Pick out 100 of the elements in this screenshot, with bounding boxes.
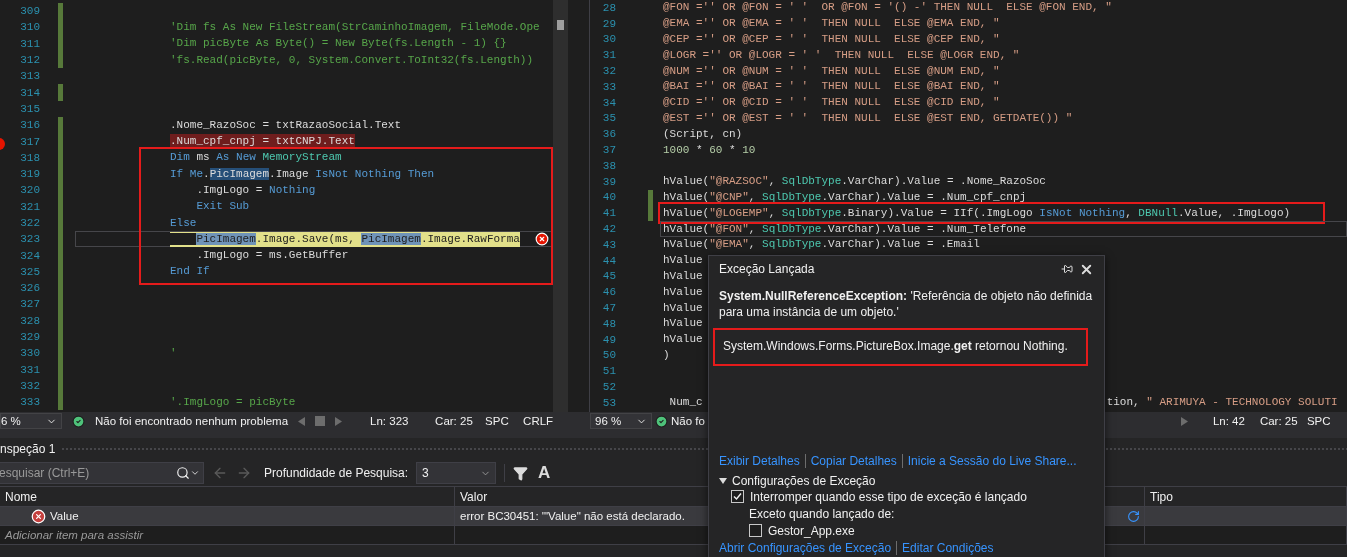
status-message: Não fo — [671, 415, 705, 427]
code-line: hValue — [663, 332, 703, 348]
option-note: Exceto quando lançado de: — [749, 506, 895, 521]
code-line: hValue("@CNP", SqlDbType.VarChar).Value = .Num_cpf_cnpj — [663, 189, 1027, 205]
line-number: 331 — [20, 363, 40, 376]
line-number: 310 — [20, 21, 40, 34]
expand-triangle-icon — [719, 478, 727, 484]
code-line: hValue — [663, 268, 703, 284]
line-number: 315 — [20, 102, 40, 115]
depth-dropdown[interactable]: 3 — [416, 462, 497, 484]
pin-icon[interactable] — [1061, 263, 1073, 275]
search-icon[interactable] — [176, 466, 190, 480]
check-icon — [72, 414, 85, 428]
change-bar — [58, 84, 63, 101]
line-number: 329 — [20, 331, 40, 344]
checkbox[interactable] — [731, 490, 744, 503]
zoom-dropdown[interactable]: 96 % — [590, 413, 652, 429]
line-position: Ln: 323 — [370, 415, 410, 427]
table-cell[interactable]: Adicionar item para assistir — [0, 526, 455, 545]
line-number: 314 — [20, 86, 40, 99]
line-number: 38 — [602, 159, 616, 172]
next-icon[interactable] — [1180, 416, 1188, 426]
search-field[interactable]: esquisar (Ctrl+E) — [0, 462, 204, 484]
code-line: Num_c tion, " ARIMUYA - TECHNOLOGY SOLUTI — [663, 395, 1338, 411]
scrollbar[interactable] — [553, 0, 568, 412]
line-number: 28 — [602, 1, 616, 14]
code-line: hValue — [663, 316, 703, 332]
column-header[interactable]: Tipo — [1145, 486, 1347, 507]
square-icon[interactable] — [315, 416, 326, 426]
line-number: 323 — [20, 233, 40, 246]
line-number: 46 — [602, 286, 616, 299]
exception-detail: System.Windows.Forms.PictureBox.Image.get retornou Nothing. — [723, 339, 1068, 353]
line-number: 44 — [602, 254, 616, 267]
line-number: 312 — [20, 54, 40, 67]
error-icon — [31, 508, 46, 524]
popup-link[interactable]: Editar Condições — [902, 541, 994, 555]
line-number: 319 — [20, 168, 40, 181]
popup-link[interactable]: Exibir Detalhes — [719, 454, 800, 468]
caret-icon[interactable] — [190, 468, 200, 478]
line-number: 321 — [20, 200, 40, 213]
code-line: hValue — [663, 284, 703, 300]
code-line: @EST ='' OR @EST = ' ' THEN NULL ELSE @EST END, GETDATE()) " — [663, 110, 1073, 126]
code-line: '.ImgLogo = picByte — [170, 394, 296, 410]
code-line: hValue("@FON", SqlDbType.VarChar).Value = .Num_Telefone — [663, 221, 1027, 237]
code-line: .Nome_RazoSoc = txtRazaoSocial.Text — [170, 117, 402, 133]
error-icon — [535, 232, 549, 247]
line-number: 32 — [602, 65, 616, 78]
code-line: @CID ='' OR @CID = ' ' THEN NULL ELSE @CID END, " — [663, 95, 1000, 111]
line-number: 333 — [20, 396, 40, 409]
line-number: 42 — [602, 223, 616, 236]
code-line: Else — [170, 215, 197, 231]
line-number: 37 — [602, 144, 616, 157]
line-number: 309 — [20, 5, 40, 18]
code-line: .ImgLogo = Nothing — [170, 182, 316, 198]
code-line: @FON ='' OR @FON = ' ' OR @FON = '() -' THEN NULL ELSE @FON END, " — [663, 0, 1112, 16]
code-line: If Me.PicImagem.Image IsNot Nothing Then — [170, 166, 435, 182]
refresh-icon[interactable] — [1127, 509, 1140, 523]
previous-icon[interactable] — [298, 416, 306, 426]
panel-title: nspeção 1 — [0, 442, 56, 456]
line-number: 51 — [602, 365, 616, 378]
checkbox[interactable] — [749, 524, 762, 537]
line-number: 330 — [20, 347, 40, 360]
zoom-dropdown[interactable]: 6 % — [0, 413, 62, 429]
table-cell[interactable]: Value — [0, 507, 455, 526]
column-header[interactable]: Nome — [0, 486, 455, 507]
popup-title: Exceção Lançada — [719, 262, 815, 276]
watch-name: Adicionar item para assistir — [5, 529, 144, 541]
code-line: hValue — [663, 253, 703, 269]
line-number: 316 — [20, 119, 40, 132]
watch-name: Value — [50, 510, 79, 522]
code-line: 1000 * 60 * 10 — [663, 142, 756, 158]
popup-link[interactable]: Copiar Detalhes — [810, 454, 897, 468]
code-line: 'Dim picByte As Byte() = New Byte(fs.Length - 1) {} — [170, 36, 507, 52]
line-number: 325 — [20, 265, 40, 278]
code-line: hValue("@EMA", SqlDbType.VarChar).Value = .Email — [663, 237, 980, 253]
code-line: @EMA ='' OR @EMA = ' ' THEN NULL ELSE @EMA END, " — [663, 16, 1000, 32]
popup-link[interactable]: Abrir Configurações de Exceção — [719, 541, 892, 555]
settings-toggle[interactable]: Configurações de Exceção — [719, 474, 876, 488]
code-line: hValue("@LOGEMP", SqlDbType.Binary).Value = IIf(.ImgLogo IsNot Nothing, DBNull.Value, .ImgLogo) — [663, 205, 1291, 221]
font-button[interactable]: A — [536, 463, 553, 483]
line-number: 53 — [602, 396, 616, 409]
line-number: 43 — [602, 238, 616, 251]
line-number: 30 — [602, 33, 616, 46]
watch-value: error BC30451: '"Value" não está declarado. — [460, 510, 685, 522]
filter-icon[interactable] — [513, 465, 529, 481]
line-number: 52 — [602, 381, 616, 393]
column-position: Car: 25 — [435, 415, 474, 427]
line-number: 48 — [602, 317, 616, 330]
depth-label: Profundidade de Pesquisa: — [264, 466, 409, 480]
line-number: 39 — [602, 175, 616, 188]
next-icon[interactable] — [335, 416, 343, 426]
check-icon — [655, 414, 668, 428]
code-line: (Script, cn) — [663, 126, 743, 142]
line-number: 328 — [20, 314, 40, 327]
code-line: End If — [170, 264, 210, 280]
popup-link[interactable]: Inicie a Sessão do Live Share... — [907, 454, 1077, 468]
code-line: hValue("@RAZSOC", SqlDbType.VarChar).Value = .Nome_RazoSoc — [663, 174, 1046, 190]
exception-message: System.NullReferenceException: 'Referência de objeto não definida para uma instância de um objeto.' — [719, 288, 1094, 320]
indent-mode: SPC — [485, 415, 510, 427]
code-line: @LOGR ='' OR @LOGR = ' ' THEN NULL ELSE @LOGR END, " — [663, 47, 1020, 63]
